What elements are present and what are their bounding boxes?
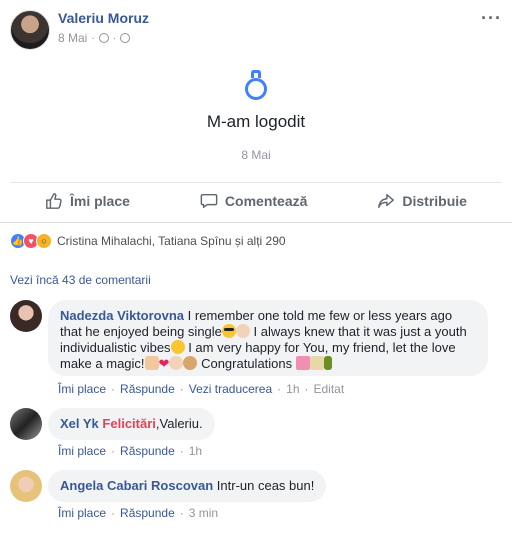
comment-text: Intr-un ceas bun!	[216, 478, 315, 493]
view-more-comments[interactable]: Vezi încă 43 de comentarii	[10, 273, 151, 287]
divider	[0, 222, 512, 223]
comment-actions: Îmi place · Răspunde · 3 min	[58, 506, 219, 520]
heart-emoji-icon: ❤	[158, 356, 170, 371]
comment-time[interactable]: 3 min	[189, 506, 218, 520]
like-label: Îmi place	[70, 192, 130, 209]
comment-reply-link[interactable]: Răspunde	[120, 444, 175, 458]
post-date[interactable]: 8 Mai	[58, 31, 87, 45]
like-button[interactable]: Îmi place	[45, 192, 130, 210]
see-translation-link[interactable]: Vezi traducerea	[189, 382, 272, 396]
comment-bubble: Xel Yk Felicitări,Valeriu.	[48, 408, 215, 440]
comment-actions: Îmi place · Răspunde · Vezi traducerea ·…	[58, 382, 345, 396]
life-event: M-am logodit 8 Mai	[0, 70, 512, 162]
bottle-emoji-icon	[323, 356, 332, 370]
commenter-avatar[interactable]	[10, 408, 42, 440]
globe-icon[interactable]	[120, 33, 131, 43]
mention-link[interactable]: Felicitări	[102, 416, 155, 431]
commenter-name[interactable]: Angela Cabari Roscovan	[60, 478, 213, 493]
comment-text-4: Congratulations	[201, 356, 293, 371]
commenter-avatar[interactable]	[10, 470, 42, 502]
sunglasses-emoji-icon	[221, 324, 236, 338]
comment-icon	[200, 193, 218, 208]
share-button[interactable]: Distribuie	[377, 192, 467, 210]
reactions-summary[interactable]: 👍 ♥ ○ Cristina Mihalachi, Tatiana Spînu …	[10, 232, 286, 250]
author-name[interactable]: Valeriu Moruz	[58, 10, 149, 26]
comment-reply-link[interactable]: Răspunde	[120, 506, 175, 520]
thumbs-up-icon	[46, 192, 62, 209]
comment-bubble: Angela Cabari Roscovan Intr-un ceas bun!	[48, 470, 327, 502]
commenter-name[interactable]: Xel Yk	[60, 416, 99, 431]
share-icon	[378, 193, 395, 208]
comment-reply-link[interactable]: Răspunde	[120, 382, 175, 396]
comment-like-link[interactable]: Îmi place	[58, 506, 106, 520]
event-date: 8 Mai	[241, 148, 271, 162]
comment-like-link[interactable]: Îmi place	[58, 444, 106, 458]
meta-separator: ·	[91, 32, 95, 44]
commenter-avatar[interactable]	[10, 300, 42, 332]
party-emoji-icon	[295, 356, 310, 370]
share-label: Distribuie	[402, 192, 467, 209]
comment-bubble: Nadezda Viktorovna I remember one told m…	[48, 300, 488, 376]
author-avatar[interactable]	[10, 10, 50, 50]
clock-icon	[98, 33, 109, 43]
champagne-glass-emoji-icon	[309, 356, 324, 370]
post-header: Valeriu Moruz 8 Mai · · ···	[0, 0, 512, 60]
comment-label: Comentează	[224, 192, 308, 209]
action-bar: Îmi place Comentează Distribuie	[10, 182, 502, 218]
event-title: M-am logodit	[206, 112, 306, 131]
meta-separator: ·	[112, 32, 117, 44]
comment-time[interactable]: 1h	[189, 444, 202, 458]
comment-text: ,Valeriu.	[155, 416, 203, 431]
grin-emoji-icon	[170, 340, 185, 354]
clap-emoji-icon	[169, 356, 184, 370]
couple-emoji-icon	[183, 356, 198, 370]
reactions-text[interactable]: Cristina Mihalachi, Tatiana Spînu și alț…	[57, 234, 286, 248]
comment-button[interactable]: Comentează	[200, 192, 307, 210]
ring-icon	[244, 70, 268, 100]
commenter-name[interactable]: Nadezda Viktorovna	[60, 308, 184, 323]
more-icon[interactable]: ···	[481, 8, 502, 29]
edited-label[interactable]: Editat	[314, 382, 345, 396]
comment-like-link[interactable]: Îmi place	[58, 382, 106, 396]
comment-actions: Îmi place · Răspunde · 1h	[58, 444, 203, 458]
comment-time[interactable]: 1h	[286, 382, 299, 396]
wow-reaction-icon: ○	[36, 233, 52, 249]
pray-emoji-icon	[144, 356, 159, 370]
ok-hand-emoji-icon	[235, 324, 250, 338]
post-meta: 8 Mai · ·	[58, 31, 131, 45]
